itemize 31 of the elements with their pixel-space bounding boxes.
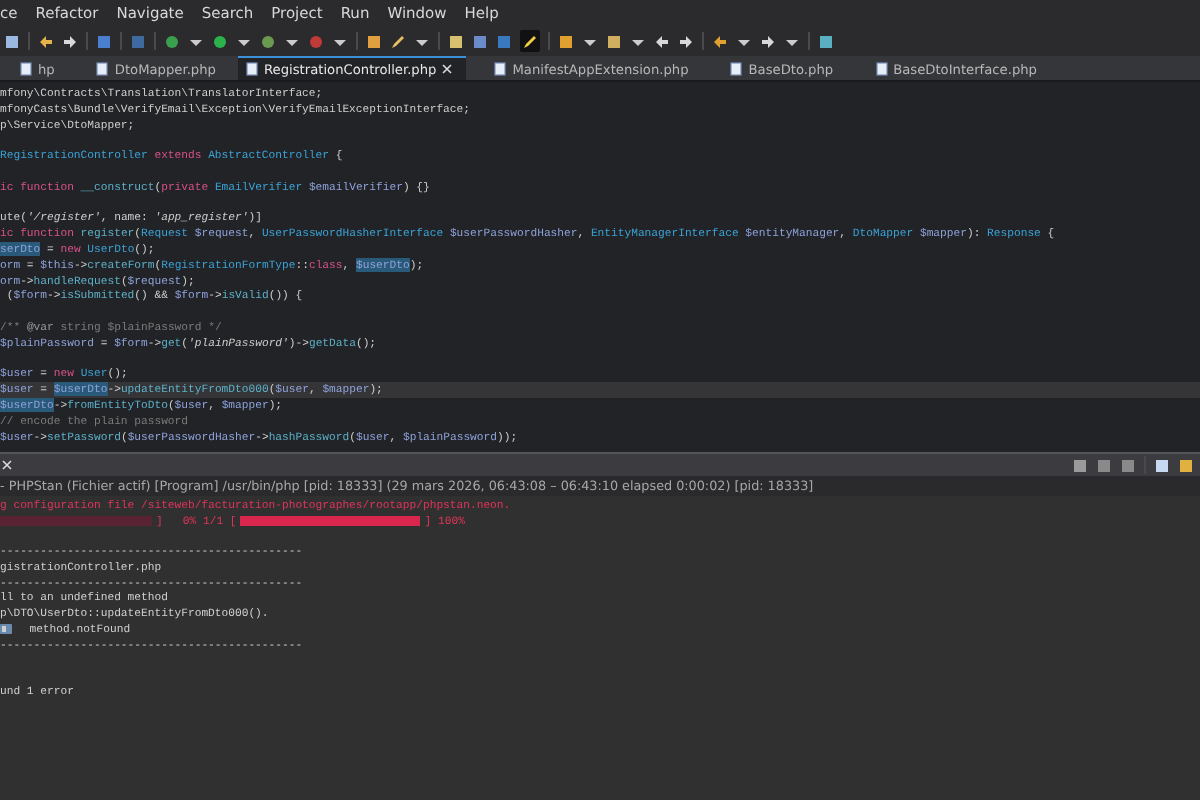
left-arrow-icon[interactable] [654, 33, 670, 49]
php-file-icon [20, 62, 32, 76]
square-icon[interactable] [1178, 457, 1194, 473]
circle-icon[interactable] [164, 33, 180, 49]
close-icon[interactable] [2, 460, 12, 470]
square-icon[interactable] [366, 33, 382, 49]
square-icon[interactable] [558, 33, 574, 49]
php-file-icon [96, 62, 109, 76]
square-icon[interactable] [606, 33, 622, 49]
square-icon[interactable] [4, 33, 20, 49]
circle-icon[interactable] [260, 33, 276, 49]
square-icon[interactable] [818, 33, 834, 49]
php-file-icon [494, 62, 507, 76]
left-arrow-icon[interactable] [38, 33, 54, 49]
close-icon[interactable] [442, 64, 453, 74]
circle-icon[interactable] [212, 33, 228, 49]
square-icon[interactable] [472, 33, 488, 49]
php-file-icon [875, 62, 888, 76]
square-icon[interactable] [96, 33, 112, 49]
circle-icon[interactable] [308, 33, 324, 49]
left-arrow-icon[interactable] [712, 33, 728, 49]
square-icon[interactable] [1072, 457, 1088, 473]
right-arrow-icon[interactable] [678, 33, 694, 49]
php-file-icon [245, 62, 258, 76]
right-arrow-icon[interactable] [62, 33, 78, 49]
square-icon[interactable] [1154, 457, 1170, 473]
right-arrow-icon[interactable] [760, 33, 776, 49]
id-card-icon [0, 623, 12, 634]
php-file-icon [730, 62, 743, 76]
brush-icon[interactable] [390, 33, 406, 49]
square-icon[interactable] [448, 33, 464, 49]
